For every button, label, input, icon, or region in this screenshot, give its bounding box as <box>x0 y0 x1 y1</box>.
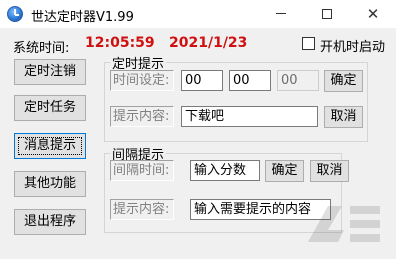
second-input[interactable]: 00 <box>277 70 319 91</box>
reminder-content-label: 提示内容: <box>110 106 174 127</box>
minimize-button[interactable] <box>258 0 304 28</box>
sidebar-item-other-functions[interactable]: 其他功能 <box>14 171 86 197</box>
timed-confirm-button[interactable]: 确定 <box>324 70 363 92</box>
minimize-icon <box>276 13 286 14</box>
reminder-content-input[interactable]: 下载吧 <box>181 106 318 127</box>
sidebar-item-timed-logout[interactable]: 定时注销 <box>14 59 86 85</box>
maximize-icon <box>322 8 332 19</box>
minute-input[interactable]: 00 <box>229 70 271 91</box>
interval-time-label: 间隔时间: <box>110 160 174 181</box>
interval-confirm-button[interactable]: 确定 <box>265 160 304 182</box>
clock-icon <box>7 6 23 22</box>
close-button[interactable]: ✕ <box>350 0 396 28</box>
startup-checkbox-label: 开机时启动 <box>320 40 386 55</box>
interval-cancel-button[interactable]: 取消 <box>310 160 349 182</box>
close-icon: ✕ <box>366 5 380 23</box>
maximize-button[interactable] <box>304 0 350 28</box>
timed-cancel-button[interactable]: 取消 <box>324 106 363 128</box>
system-date-value: 2021/1/23 <box>169 35 248 51</box>
system-time-value: 12:05:59 <box>85 35 155 51</box>
sidebar-item-timed-task[interactable]: 定时任务 <box>14 95 86 121</box>
startup-checkbox[interactable] <box>302 37 315 50</box>
focus-rect <box>18 137 82 155</box>
title-bar: 世达定时器V1.99 ✕ <box>0 0 396 28</box>
time-setting-label: 时间设定: <box>110 70 174 91</box>
hour-input[interactable]: 00 <box>181 70 223 91</box>
interval-minutes-input[interactable]: 输入分数 <box>190 160 260 181</box>
window-title: 世达定时器V1.99 <box>31 10 134 25</box>
system-time-label: 系统时间: <box>13 41 70 56</box>
interval-content-label: 提示内容: <box>110 199 174 220</box>
watermark-logo <box>308 206 380 242</box>
sidebar-item-exit[interactable]: 退出程序 <box>14 209 86 235</box>
sidebar-item-message-reminder[interactable]: 消息提示 <box>14 133 86 159</box>
